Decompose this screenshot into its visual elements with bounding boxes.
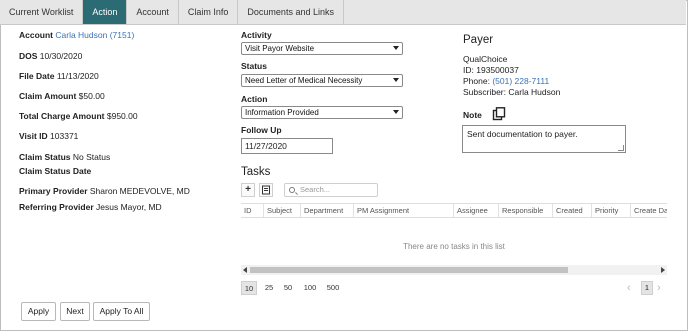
page-size-25[interactable]: 25: [261, 281, 277, 295]
claim-status-label: Claim Status: [19, 152, 71, 162]
apply-button[interactable]: Apply: [21, 302, 56, 321]
status-select-value: Need Letter of Medical Necessity: [245, 76, 363, 85]
tab-account[interactable]: Account: [127, 0, 179, 24]
page-size-100[interactable]: 100: [300, 281, 320, 295]
add-task-button[interactable]: +: [241, 183, 255, 197]
activity-label: Activity: [241, 30, 272, 40]
chevron-down-icon: [393, 78, 399, 82]
tab-claim-info[interactable]: Claim Info: [179, 0, 239, 24]
referring-provider-value: Jesus Mayor, MD: [96, 202, 162, 212]
tasks-horizontal-scrollbar[interactable]: [241, 265, 667, 275]
file-date-value: 11/13/2020: [56, 71, 99, 81]
action-select-value: Information Provided: [245, 108, 319, 117]
claim-status-value: No Status: [72, 152, 111, 162]
claim-status-date-row: Claim Status Date: [19, 166, 91, 176]
activity-select[interactable]: Visit Payor Website: [241, 42, 403, 55]
note-textarea[interactable]: Sent documentation to payer.: [462, 125, 626, 153]
visit-id-row: Visit ID 103371: [19, 131, 78, 141]
claim-amount-row: Claim Amount $50.00: [19, 91, 105, 101]
file-date-row: File Date 11/13/2020: [19, 71, 99, 81]
account-row: Account Carla Hudson (7151): [19, 30, 134, 40]
primary-provider-value: Sharon MEDEVOLVE, MD: [89, 186, 190, 196]
tab-current-worklist[interactable]: Current Worklist: [0, 0, 84, 24]
payer-subscriber-label: Subscriber:: [463, 87, 506, 97]
payer-name: QualChoice: [463, 54, 508, 64]
dos-label: DOS: [19, 51, 38, 61]
copy-icon[interactable]: [492, 107, 506, 121]
status-select[interactable]: Need Letter of Medical Necessity: [241, 74, 403, 87]
payer-phone-label: Phone:: [463, 76, 490, 86]
payer-id-label: ID:: [463, 65, 474, 75]
page-size-10[interactable]: 10: [241, 281, 257, 295]
follow-up-label: Follow Up: [241, 125, 282, 135]
total-charge-label: Total Charge Amount: [19, 111, 105, 121]
pager-prev-icon[interactable]: ‹: [627, 282, 631, 294]
chevron-down-icon: [393, 46, 399, 50]
column-header-created[interactable]: Created: [553, 204, 592, 217]
account-label: Account: [19, 30, 53, 40]
task-search-placeholder: Search...: [300, 185, 331, 194]
claim-status-date-label: Claim Status Date: [19, 166, 92, 176]
file-date-label: File Date: [19, 71, 55, 81]
payer-phone-link[interactable]: (501) 228-7111: [492, 76, 549, 86]
visit-id-value: 103371: [50, 131, 79, 141]
visit-id-label: Visit ID: [19, 131, 48, 141]
action-label: Action: [241, 94, 268, 104]
tasks-grid-header: ID Subject Department PM Assignment Assi…: [241, 203, 667, 218]
export-button[interactable]: [259, 183, 273, 197]
referring-provider-row: Referring Provider Jesus Mayor, MD: [19, 202, 162, 212]
column-header-responsible[interactable]: Responsible: [499, 204, 553, 217]
column-header-assignee[interactable]: Assignee: [454, 204, 499, 217]
total-charge-value: $950.00: [106, 111, 138, 121]
note-text: Sent documentation to payer.: [467, 129, 578, 139]
claim-status-row: Claim Status No Status: [19, 152, 110, 162]
payer-subscriber-value: Carla Hudson: [508, 87, 561, 97]
note-label: Note: [463, 110, 482, 120]
pager-next-icon[interactable]: ›: [657, 282, 661, 294]
pager-current-page[interactable]: 1: [641, 281, 653, 295]
claim-amount-value: $50.00: [78, 91, 105, 101]
claim-amount-label: Claim Amount: [19, 91, 77, 101]
search-icon: [289, 187, 295, 193]
column-header-id[interactable]: ID: [241, 204, 264, 217]
scrollbar-thumb[interactable]: [250, 267, 568, 273]
account-link[interactable]: Carla Hudson (7151): [55, 30, 134, 40]
status-label: Status: [241, 61, 267, 71]
task-search-input[interactable]: Search...: [284, 183, 378, 197]
tasks-empty-message: There are no tasks in this list: [403, 242, 505, 251]
payer-id-value: 193500037: [476, 65, 519, 75]
activity-select-value: Visit Payor Website: [245, 44, 315, 53]
column-header-pm-assignment[interactable]: PM Assignment: [354, 204, 454, 217]
next-button[interactable]: Next: [60, 302, 90, 321]
referring-provider-label: Referring Provider: [19, 202, 94, 212]
scroll-right-icon[interactable]: [661, 267, 665, 273]
payer-title: Payer: [463, 34, 494, 46]
export-icon: [262, 185, 270, 195]
apply-to-all-button[interactable]: Apply To All: [93, 302, 150, 321]
follow-up-date-input[interactable]: 11/27/2020: [241, 138, 333, 154]
payer-subscriber-row: Subscriber: Carla Hudson: [463, 87, 560, 97]
page-size-500[interactable]: 500: [323, 281, 343, 295]
primary-provider-label: Primary Provider: [19, 186, 88, 196]
chevron-down-icon: [393, 110, 399, 114]
scroll-left-icon[interactable]: [243, 267, 247, 273]
tasks-title: Tasks: [241, 166, 271, 178]
total-charge-row: Total Charge Amount $950.00: [19, 111, 138, 121]
payer-phone-row: Phone: (501) 228-7111: [463, 76, 549, 86]
resize-handle-icon[interactable]: [618, 145, 624, 151]
column-header-subject[interactable]: Subject: [264, 204, 301, 217]
tab-bar: Current Worklist Action Account Claim In…: [0, 0, 686, 25]
page-size-50[interactable]: 50: [280, 281, 296, 295]
dos-row: DOS 10/30/2020: [19, 51, 82, 61]
dos-value: 10/30/2020: [39, 51, 83, 61]
payer-id-row: ID: 193500037: [463, 65, 519, 75]
column-header-create-date[interactable]: Create Date: [631, 204, 667, 217]
tab-documents-and-links[interactable]: Documents and Links: [238, 0, 344, 24]
tab-action[interactable]: Action: [83, 0, 128, 24]
column-header-department[interactable]: Department: [301, 204, 354, 217]
primary-provider-row: Primary Provider Sharon MEDEVOLVE, MD: [19, 186, 190, 196]
action-select[interactable]: Information Provided: [241, 106, 403, 119]
column-header-priority[interactable]: Priority: [592, 204, 631, 217]
